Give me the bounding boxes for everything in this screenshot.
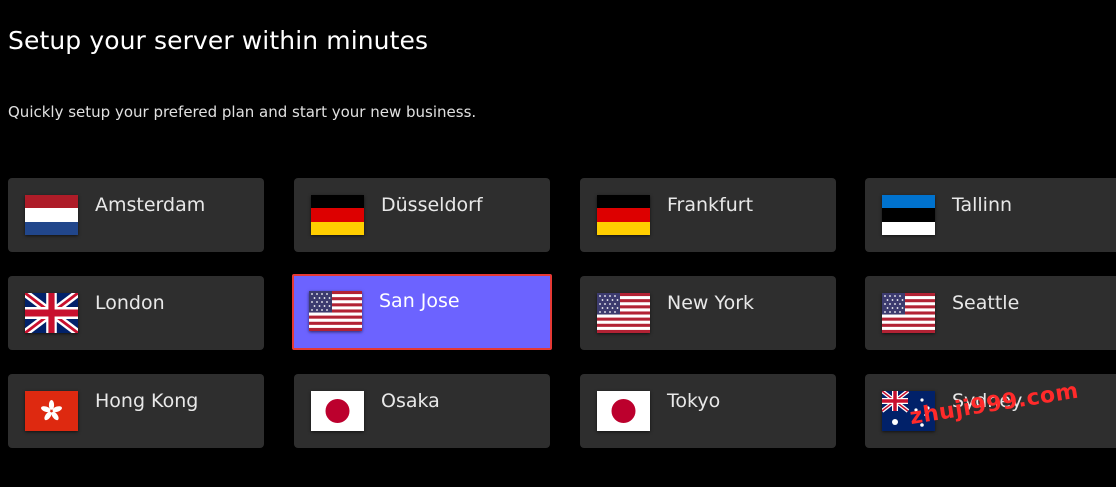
location-label: Amsterdam — [95, 194, 206, 216]
location-card-san-jose[interactable]: San Jose — [292, 274, 552, 350]
location-label: Osaka — [381, 390, 440, 412]
location-label: San Jose — [379, 290, 460, 312]
location-card-london[interactable]: London — [8, 276, 264, 350]
location-card-osaka[interactable]: Osaka — [294, 374, 550, 448]
location-card-tallinn[interactable]: Tallinn — [865, 178, 1116, 252]
location-label: Frankfurt — [667, 194, 754, 216]
location-card-hong-kong[interactable]: Hong Kong — [8, 374, 264, 448]
location-card-frankfurt[interactable]: Frankfurt — [580, 178, 836, 252]
page-subtitle: Quickly setup your prefered plan and sta… — [8, 103, 477, 121]
location-label: Tallinn — [952, 194, 1013, 216]
germany-flag-icon — [597, 195, 650, 235]
hong-kong-flag-icon — [25, 391, 78, 431]
location-label: Düsseldorf — [381, 194, 483, 216]
germany-flag-icon — [311, 195, 364, 235]
japan-flag-icon — [597, 391, 650, 431]
netherlands-flag-icon — [25, 195, 78, 235]
location-label: Seattle — [952, 292, 1020, 314]
location-label: Tokyo — [667, 390, 721, 412]
japan-flag-icon — [311, 391, 364, 431]
page-title: Setup your server within minutes — [8, 26, 429, 55]
usa-flag-icon — [309, 291, 362, 331]
usa-flag-icon — [597, 293, 650, 333]
location-label: New York — [667, 292, 755, 314]
estonia-flag-icon — [882, 195, 935, 235]
location-card-tokyo[interactable]: Tokyo — [580, 374, 836, 448]
location-card-dusseldorf[interactable]: Düsseldorf — [294, 178, 550, 252]
location-label: Hong Kong — [95, 390, 199, 412]
uk-flag-icon — [25, 293, 78, 333]
location-card-amsterdam[interactable]: Amsterdam — [8, 178, 264, 252]
location-card-seattle[interactable]: Seattle — [865, 276, 1116, 350]
location-label: London — [95, 292, 165, 314]
usa-flag-icon — [882, 293, 935, 333]
location-card-new-york[interactable]: New York — [580, 276, 836, 350]
